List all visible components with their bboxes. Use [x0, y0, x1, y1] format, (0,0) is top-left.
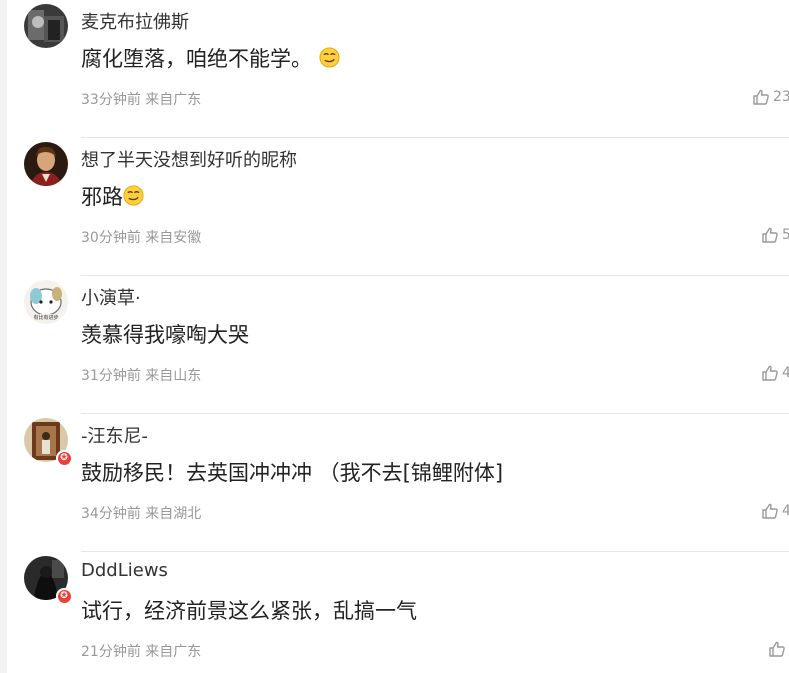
like-button[interactable]: 5 [761, 224, 789, 246]
comment-meta: 30分钟前 来自安徽 [81, 227, 201, 247]
avatar-image [24, 4, 68, 48]
avatar[interactable]: ✪ [24, 556, 72, 604]
location: 来自广东 [145, 92, 202, 108]
username[interactable]: 麦克布拉佛斯 [81, 8, 189, 34]
comment-meta: 31分钟前 来自山东 [81, 365, 201, 385]
like-button[interactable]: 4 [761, 362, 789, 384]
like-button[interactable] [768, 638, 789, 660]
timestamp: 21分钟前 [81, 644, 141, 660]
thumbs-up-icon [762, 365, 778, 381]
like-button[interactable]: 23 [752, 86, 789, 108]
avatar[interactable]: ✪ [24, 418, 72, 466]
avatar[interactable] [24, 4, 68, 48]
location: 来自湖北 [145, 506, 202, 522]
like-count: 4 [782, 503, 789, 519]
timestamp: 30分钟前 [81, 230, 141, 246]
comment-text: 羡慕得我嚎啕大哭 [81, 323, 249, 347]
username[interactable]: 小演草· [81, 284, 141, 310]
username[interactable]: DddLiews [81, 560, 168, 581]
timestamp: 34分钟前 [81, 506, 141, 522]
comment-meta: 34分钟前 来自湖北 [81, 503, 201, 523]
timestamp: 31分钟前 [81, 368, 141, 384]
smirk-emoji-icon [123, 185, 144, 206]
comment-item: ✪ DddLiews 试行，经济前景这么紧张，乱搞一气 21分钟前 来自广东 [0, 552, 789, 673]
like-count: 4 [782, 365, 789, 381]
comment-text: 试行，经济前景这么紧张，乱搞一气 [81, 599, 417, 623]
thumbs-up-icon [769, 641, 785, 657]
vip-badge-icon: ✪ [56, 588, 72, 604]
comment-item: 想了半天没想到好听的昵称 邪路 30分钟前 来自安徽 5 [0, 138, 789, 276]
comment-text: 鼓励移民！去英国冲冲冲 （我不去[锦鲤附体] [81, 461, 504, 485]
avatar-image [24, 142, 68, 186]
timestamp: 33分钟前 [81, 92, 141, 108]
comment-meta: 33分钟前 来自广东 [81, 89, 201, 109]
like-button[interactable]: 4 [761, 500, 789, 522]
comment-item: 有比有进步 小演草· 羡慕得我嚎啕大哭 31分钟前 来自山东 4 [0, 276, 789, 414]
comment-text: 邪路 [81, 181, 144, 211]
username[interactable]: 想了半天没想到好听的昵称 [81, 146, 297, 172]
svg-text:有比有进步: 有比有进步 [33, 314, 58, 321]
thumbs-up-icon [753, 89, 769, 105]
avatar[interactable] [24, 142, 68, 186]
avatar[interactable]: 有比有进步 [24, 280, 68, 324]
thumbs-up-icon [762, 227, 778, 243]
comment-meta: 21分钟前 来自广东 [81, 641, 201, 661]
like-count: 23 [773, 89, 789, 105]
avatar-image: 有比有进步 [24, 280, 68, 324]
thumbs-up-icon [762, 503, 778, 519]
location: 来自山东 [145, 368, 202, 384]
comment-item: ✪ -汪东尼- 鼓励移民！去英国冲冲冲 （我不去[锦鲤附体] 34分钟前 来自湖… [0, 414, 789, 552]
comment-item: 麦克布拉佛斯 腐化堕落，咱绝不能学。 33分钟前 来自广东 23 [0, 0, 789, 138]
username[interactable]: -汪东尼- [81, 422, 148, 448]
like-count: 5 [782, 227, 789, 243]
vip-badge-icon: ✪ [56, 450, 72, 466]
comment-list-page: 麦克布拉佛斯 腐化堕落，咱绝不能学。 33分钟前 来自广东 23 想了半天没想到… [0, 0, 789, 673]
comment-text: 腐化堕落，咱绝不能学。 [81, 43, 340, 73]
location: 来自安徽 [145, 230, 202, 246]
smirk-emoji-icon [319, 47, 340, 68]
location: 来自广东 [145, 644, 202, 660]
